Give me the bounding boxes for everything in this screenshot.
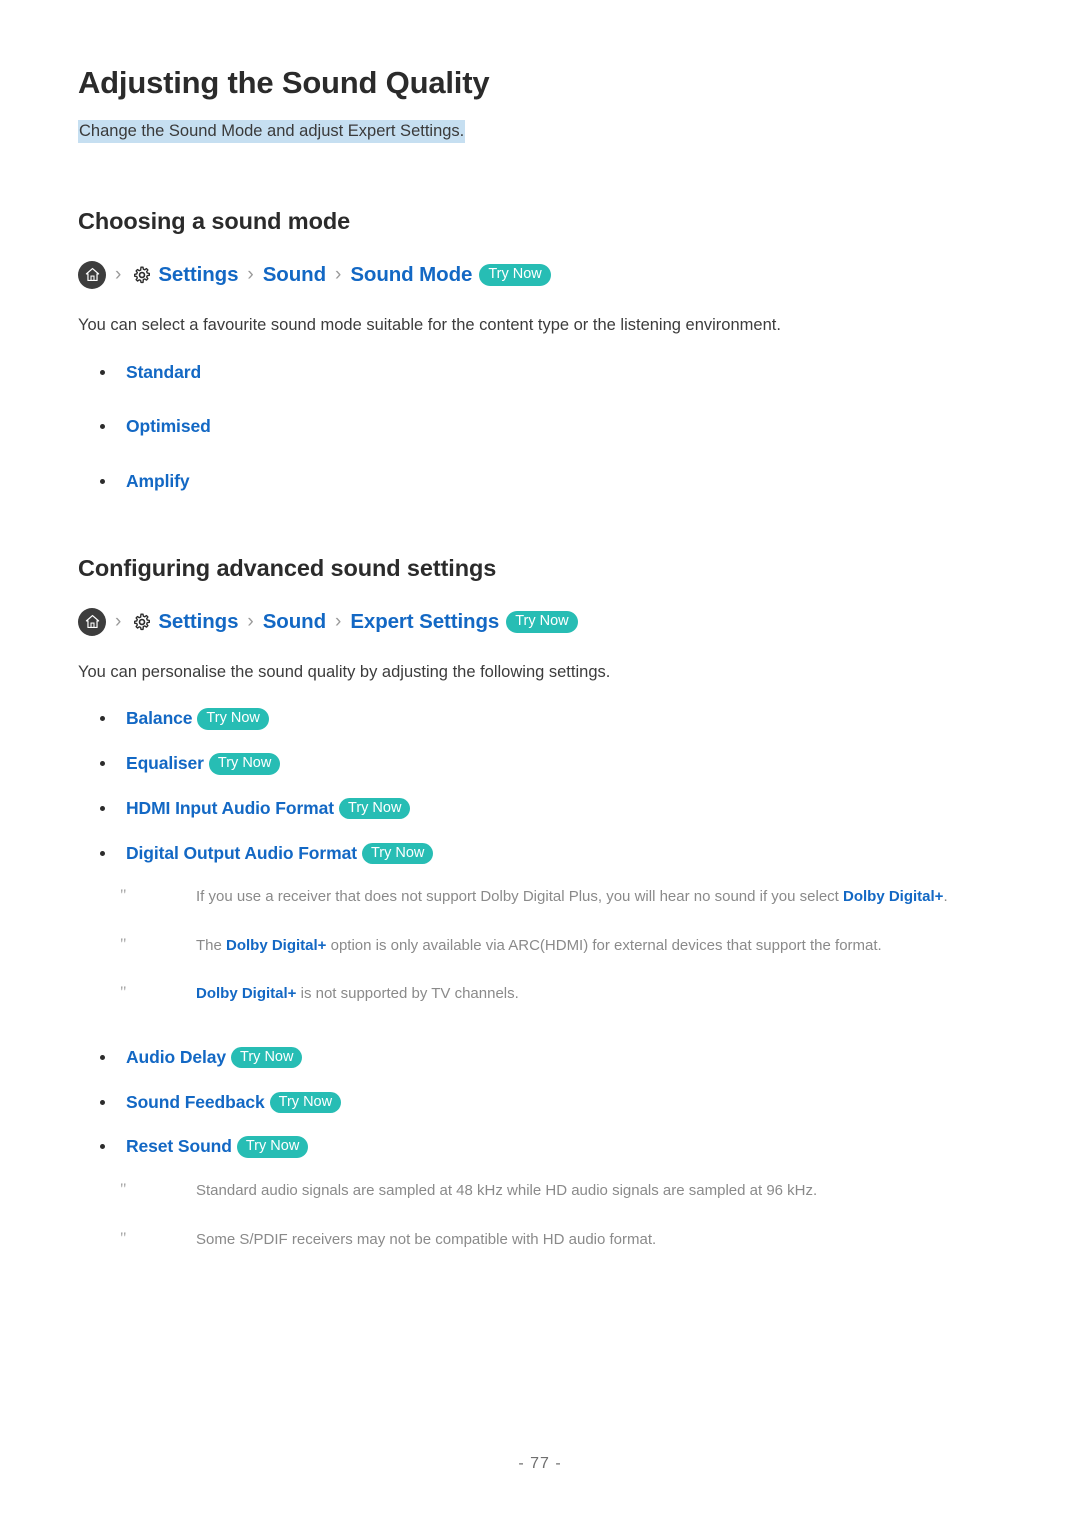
list-item[interactable]: Balance Try Now [78,707,1002,730]
try-now-badge[interactable]: Try Now [479,264,551,286]
breadcrumb-separator: › [335,611,342,633]
list-item-label: Standard [126,361,202,382]
list-item-label: Amplify [126,471,190,491]
note-text-a: The [196,936,227,954]
note-text-a: is not supported by TV channels. [296,985,519,1003]
list-item-label: Balance [126,708,193,729]
page-title: Adjusting the Sound Quality [78,65,490,100]
list-item-label: Optimised [126,416,211,437]
breadcrumb-separator: › [247,611,254,633]
breadcrumb-separator: › [115,264,122,286]
list-item[interactable]: Optimised [78,415,1002,438]
list-item-label: Digital Output Audio Format [126,842,357,863]
list-item[interactable]: Digital Output Audio Format Try Now [78,842,1002,865]
note-item: If you use a receiver that does not supp… [78,884,1002,909]
try-now-badge[interactable]: Try Now [231,1046,303,1069]
breadcrumb-sound-mode: › Settings › Sound › Sound Mode Try Now [78,260,1002,289]
home-icon[interactable] [78,607,106,636]
gear-icon[interactable] [130,610,153,633]
breadcrumb-item-sound[interactable]: Sound [263,610,326,634]
list-item[interactable]: HDMI Input Audio Format Try Now [78,797,1002,820]
expert-settings-list: Balance Try Now Equaliser Try Now HDMI Inp… [78,707,1002,865]
list-item[interactable]: Audio Delay Try Now [78,1046,1002,1069]
try-now-badge[interactable]: Try Now [236,1136,309,1158]
note-emphasis: Dolby Digital+ [843,888,944,906]
section-heading-sound-mode: Choosing a sound mode [78,207,351,234]
notes-dolby: If you use a receiver that does not supp… [78,884,1002,1006]
list-item[interactable]: Equaliser Try Now [78,752,1002,775]
gear-icon[interactable] [130,263,153,286]
page-subtitle: Change the Sound Mode and adjust Expert … [78,120,466,144]
list-item[interactable]: Reset Sound Try Now [78,1135,1002,1158]
breadcrumb-item-expert-settings[interactable]: Expert Settings [350,610,499,634]
breadcrumb-separator: › [247,264,254,286]
note-item: Standard audio signals are sampled at 48… [78,1178,1002,1203]
list-item-label: Equaliser [126,753,204,774]
list-item-label: Reset Sound [126,1136,232,1157]
list-item[interactable]: Sound Feedback Try Now [78,1091,1002,1114]
breadcrumb-item-sound[interactable]: Sound [263,263,326,287]
note-text-a: Some S/PDIF receivers may not be compati… [196,1230,657,1248]
note-item: The Dolby Digital+ option is only availa… [78,933,1002,958]
section-heading-advanced-sound: Configuring advanced sound settings [78,554,497,581]
note-text-a: If you use a receiver that does not supp… [196,888,844,906]
list-item-label: HDMI Input Audio Format [126,797,334,818]
notes-audio-sampling: Standard audio signals are sampled at 48… [78,1178,1002,1252]
list-item[interactable]: Amplify [78,470,1002,493]
note-item: Some S/PDIF receivers may not be compati… [78,1227,1002,1252]
section-intro-expert-settings: You can personalise the sound quality by… [78,662,611,681]
document-page: Adjusting the Sound Quality Change the S… [0,0,1080,1527]
try-now-badge[interactable]: Try Now [361,842,434,865]
try-now-badge[interactable]: Try Now [197,708,269,730]
note-item: Dolby Digital+ is not supported by TV ch… [78,981,1002,1006]
list-item[interactable]: Standard [78,361,1002,384]
try-now-badge[interactable]: Try Now [339,797,411,820]
breadcrumb-item-settings[interactable]: Settings [158,263,238,287]
expert-settings-list-continued: Audio Delay Try Now Sound Feedback Try Now… [78,1046,1002,1158]
sound-mode-list: Standard Optimised Amplify [78,361,1002,493]
note-text-b: option is only available via ARC(HDMI) f… [326,936,882,954]
list-item-label: Sound Feedback [126,1091,265,1112]
breadcrumb-item-sound-mode[interactable]: Sound Mode [350,263,472,287]
try-now-badge[interactable]: Try Now [208,753,281,775]
breadcrumb-item-settings[interactable]: Settings [158,610,238,634]
section-intro-sound-mode: You can select a favourite sound mode su… [78,315,781,334]
breadcrumb-expert-settings: › Settings › Sound › Expert Settings Try… [78,607,1002,636]
try-now-badge[interactable]: Try Now [506,610,578,633]
home-icon[interactable] [78,260,106,289]
try-now-badge[interactable]: Try Now [269,1091,342,1114]
list-item-label: Audio Delay [126,1046,227,1067]
note-emphasis: Dolby Digital+ [226,936,327,954]
note-emphasis: Dolby Digital+ [196,985,297,1003]
page-content: Adjusting the Sound Quality Change the S… [78,64,1002,1277]
page-subtitle-wrapper: Change the Sound Mode and adjust Expert … [78,119,1002,144]
page-number: - 77 - [518,1455,562,1472]
note-text-b: . [943,888,948,906]
breadcrumb-separator: › [115,611,122,633]
breadcrumb-separator: › [335,264,342,286]
note-text-a: Standard audio signals are sampled at 48… [196,1182,818,1200]
